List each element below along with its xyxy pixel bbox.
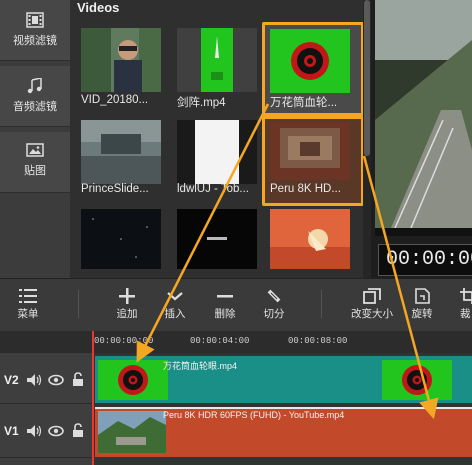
timeline-clip-v2[interactable]: 万花筒血轮眼.mp4 — [95, 356, 472, 403]
lock-icon[interactable] — [72, 423, 84, 438]
timecode-text: 00:00:00 — [386, 248, 472, 271]
split-button[interactable]: 切分 — [252, 280, 296, 321]
media-scrollbar-thumb[interactable] — [364, 0, 370, 156]
menu-label: 菜单 — [17, 308, 39, 320]
clip-start-thumbnail — [98, 360, 168, 400]
ruler-tick-label: 00:00:08:00 — [288, 336, 348, 346]
clip-end-thumbnail — [382, 360, 452, 400]
media-thumb-space[interactable] — [81, 209, 161, 269]
track-header-v1: V1 — [0, 407, 92, 458]
ruler-tick-label: 00:00:04:00 — [190, 336, 250, 346]
eye-icon[interactable] — [48, 374, 64, 386]
resize-icon — [363, 288, 381, 304]
media-thumb-tob[interactable] — [177, 120, 257, 184]
delete-label: 删除 — [214, 308, 236, 320]
menu-button[interactable]: 菜单 — [6, 280, 50, 321]
street-thumbnail — [81, 120, 161, 184]
swing-thumbnail — [270, 209, 350, 269]
green-screen-thumbnail — [177, 28, 257, 92]
media-label: VID_20180... — [81, 94, 149, 106]
media-label: ldwlUJ - Tob... — [177, 183, 250, 195]
music-note-icon — [27, 78, 42, 94]
rotate-icon — [415, 288, 430, 304]
media-thumb-sharingan[interactable] — [270, 29, 350, 93]
resize-label: 改变大小 — [351, 308, 393, 320]
film-icon — [26, 12, 44, 28]
eye-icon[interactable] — [48, 425, 64, 437]
track-name: V2 — [4, 373, 19, 387]
razor-icon — [267, 289, 281, 303]
sharingan-thumbnail — [270, 29, 350, 93]
peru-thumbnail — [270, 122, 350, 180]
media-label: PrinceSlide... — [81, 183, 149, 195]
playhead[interactable] — [92, 331, 94, 465]
plus-icon — [119, 288, 135, 304]
media-thumb-dark[interactable] — [177, 209, 257, 269]
track-name: V1 — [4, 424, 19, 438]
rotate-label: 旋转 — [411, 308, 433, 320]
media-thumb-swing[interactable] — [270, 209, 350, 269]
toolbar-divider — [321, 290, 322, 318]
dark-video-thumbnail — [177, 209, 257, 269]
filter-sidebar: 视频滤镜 音频滤镜 贴图 — [0, 0, 71, 278]
media-label: Peru 8K HD... — [270, 183, 341, 195]
image-icon — [26, 143, 44, 157]
media-thumb-vid[interactable] — [81, 28, 161, 92]
media-thumb-sword[interactable] — [177, 28, 257, 92]
sidebar-item-video-filters[interactable]: 视频滤镜 — [0, 0, 70, 61]
clip-name: Peru 8K HDR 60FPS (FUHD) - YouTube.mp4 — [163, 410, 345, 420]
toolbar-divider — [78, 290, 79, 318]
insert-label: 插入 — [164, 308, 186, 320]
sidebar-item-stickers[interactable]: 贴图 — [0, 132, 70, 193]
ruler-tick-label: 00:00:00:00 — [94, 336, 154, 346]
timeline-clip-v1[interactable]: Peru 8K HDR 60FPS (FUHD) - YouTube.mp4 — [95, 407, 472, 457]
crop-icon — [460, 288, 472, 304]
append-button[interactable]: 追加 — [105, 280, 149, 321]
track-headers: V2 V1 — [0, 353, 92, 465]
sidebar-item-label: 音频滤镜 — [13, 101, 57, 113]
video-preview — [371, 0, 472, 278]
clip-name: 万花筒血轮眼.mp4 — [163, 361, 238, 371]
list-menu-icon — [19, 289, 37, 303]
rotate-button[interactable]: 旋转 — [400, 280, 444, 321]
speaker-icon[interactable] — [26, 424, 42, 438]
media-panel-title: Videos — [77, 0, 120, 15]
crop-label: 裁 — [460, 308, 471, 320]
media-thumb-prince[interactable] — [81, 120, 161, 184]
resize-button[interactable]: 改变大小 — [346, 280, 398, 321]
preview-frame — [371, 0, 472, 278]
insert-button[interactable]: 插入 — [153, 280, 197, 321]
delete-button[interactable]: 删除 — [203, 280, 247, 321]
append-label: 追加 — [116, 308, 138, 320]
person-video-thumbnail — [81, 28, 161, 92]
minus-icon — [217, 295, 233, 298]
starfield-thumbnail — [81, 209, 161, 269]
speaker-icon[interactable] — [26, 373, 42, 387]
crop-button[interactable]: 裁 — [448, 280, 472, 321]
media-label: 剑阵.mp4 — [177, 97, 226, 109]
white-video-thumbnail — [177, 120, 257, 184]
track-header-v2: V2 — [0, 353, 92, 404]
split-label: 切分 — [263, 308, 285, 320]
sidebar-item-audio-filters[interactable]: 音频滤镜 — [0, 66, 70, 127]
sidebar-item-label: 贴图 — [24, 165, 46, 177]
clip-start-thumbnail — [98, 411, 166, 453]
media-thumb-peru[interactable] — [270, 122, 350, 180]
chevron-down-icon — [167, 292, 183, 301]
lock-icon[interactable] — [72, 372, 84, 387]
media-label: 万花筒血轮... — [270, 97, 338, 109]
sidebar-item-label: 视频滤镜 — [13, 35, 57, 47]
